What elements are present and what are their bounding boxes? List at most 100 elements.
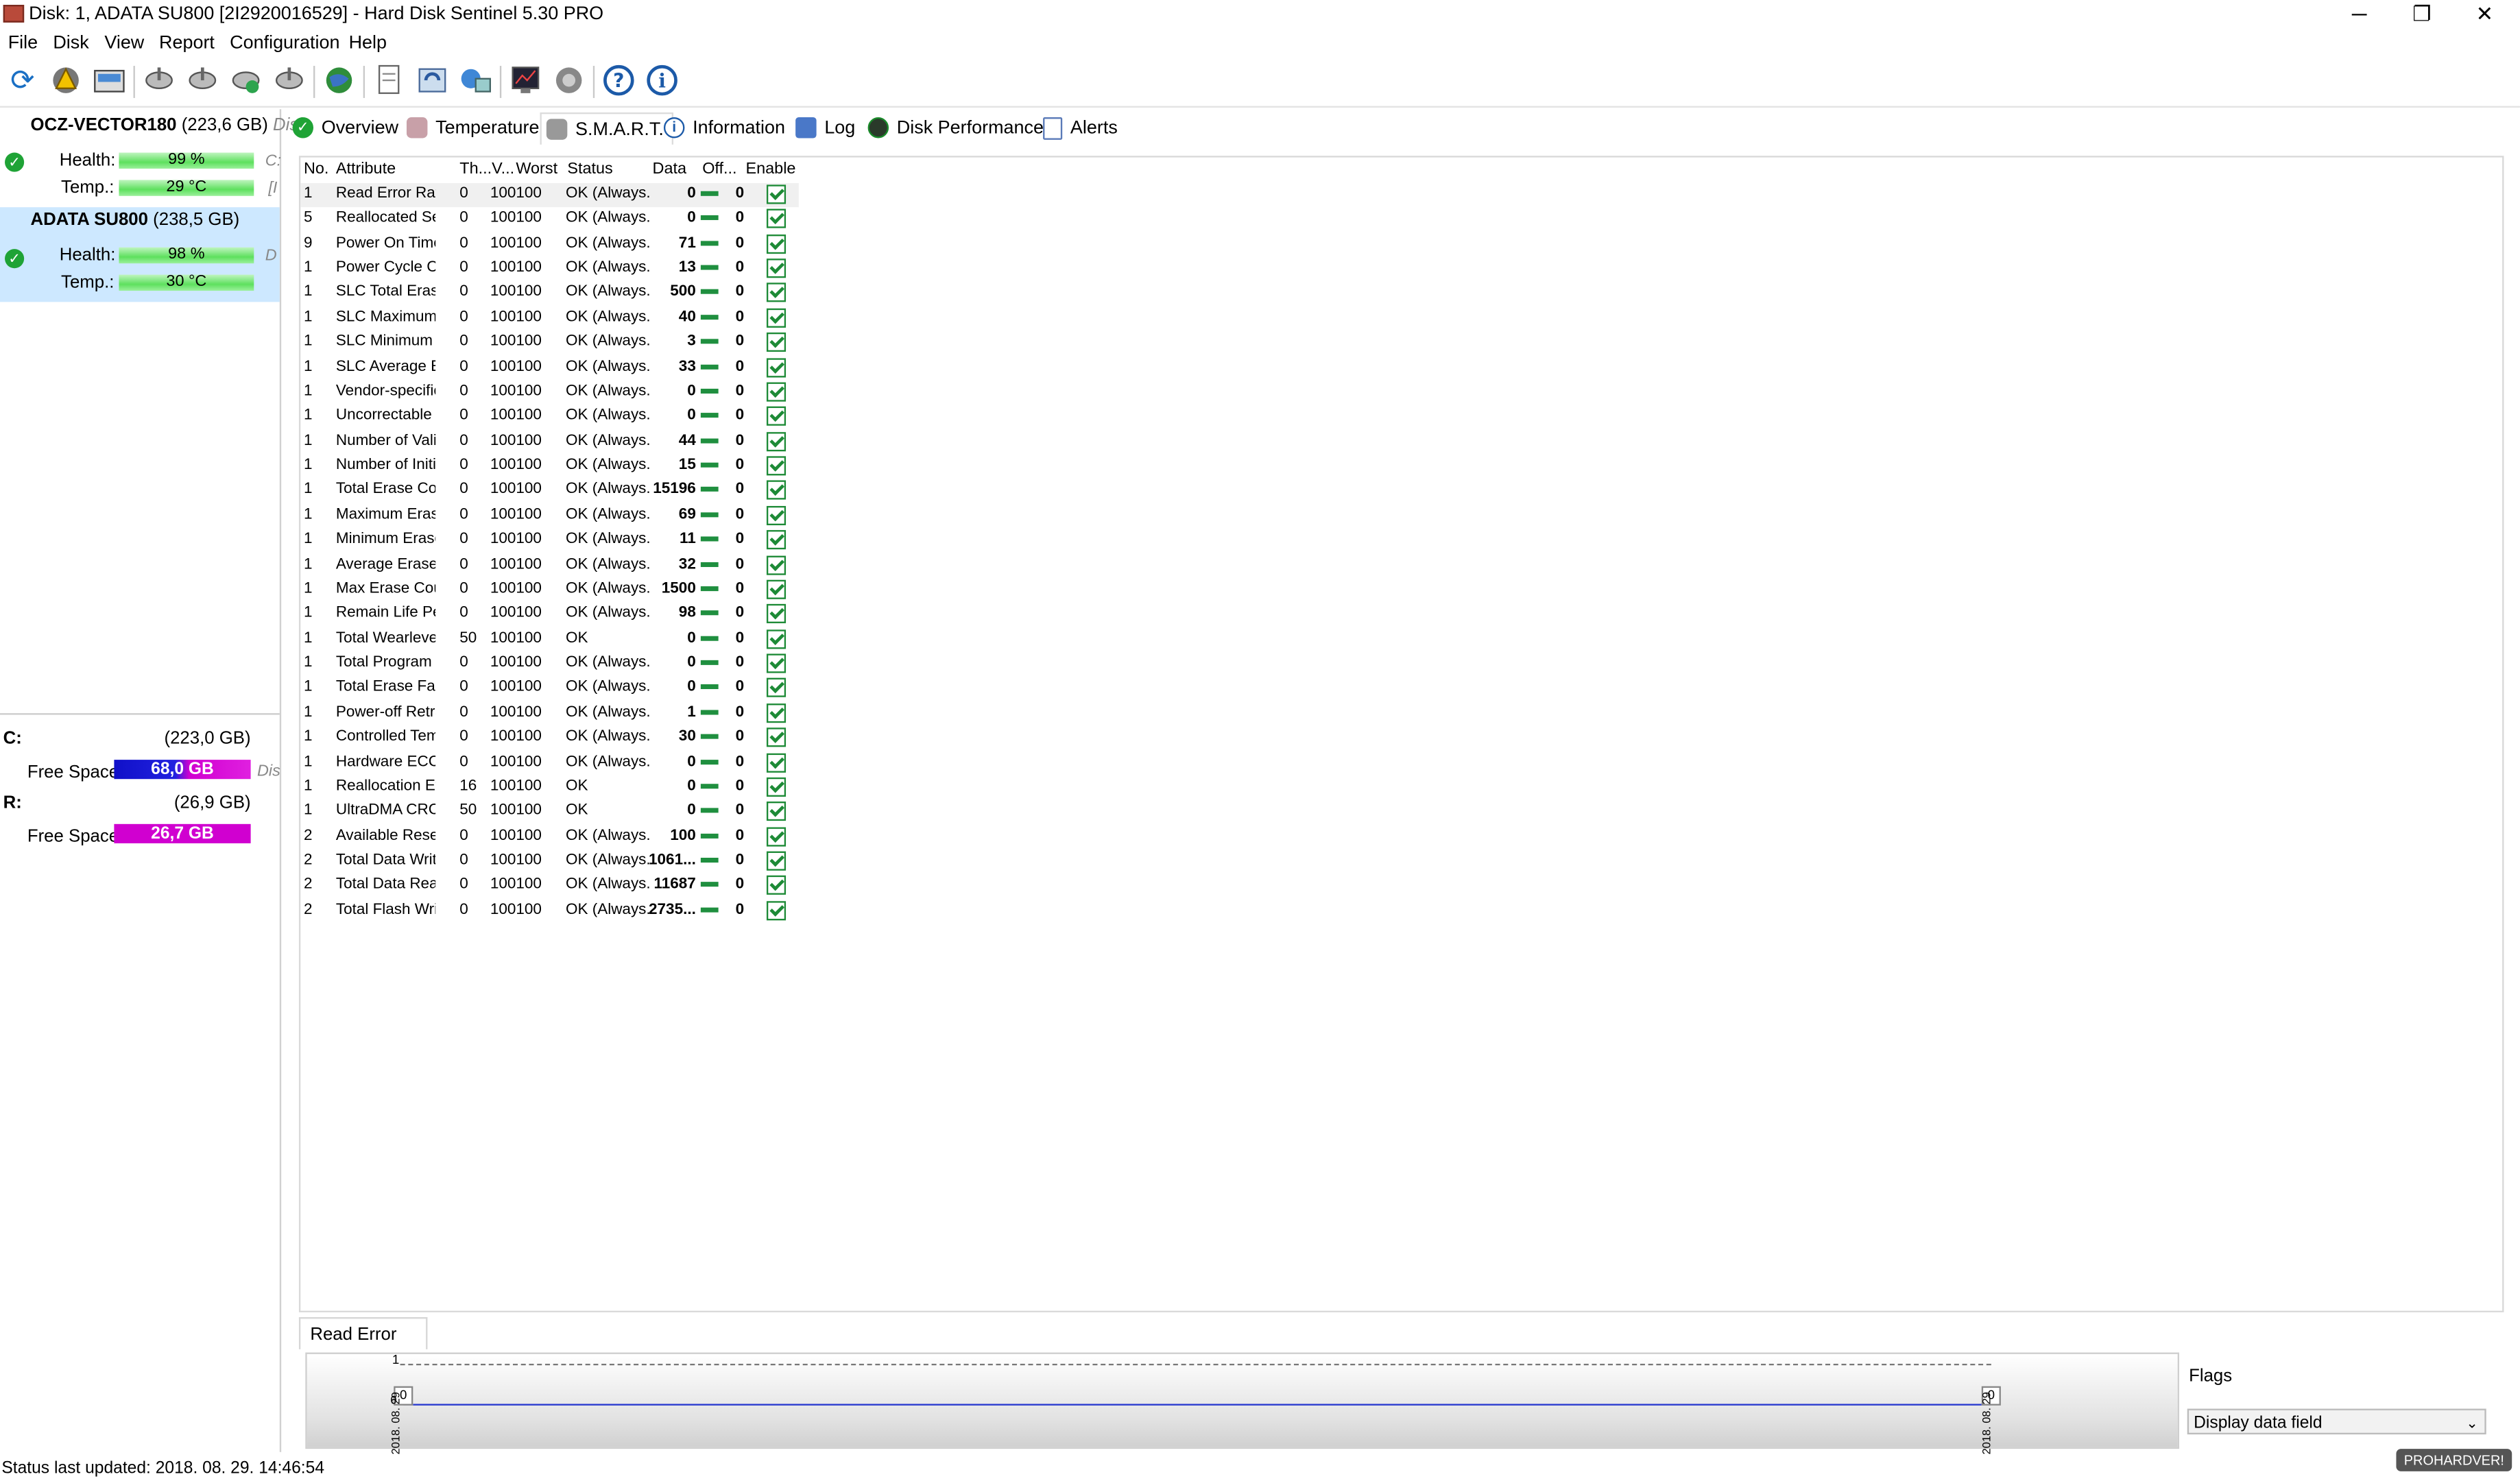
table-row[interactable]: 2Available Reserve...0100100OK (Always..… <box>300 825 799 849</box>
enable-checkbox[interactable] <box>766 826 787 846</box>
menu-disk[interactable]: Disk <box>53 34 88 53</box>
enable-checkbox[interactable] <box>766 283 787 303</box>
network-icon[interactable] <box>458 62 494 98</box>
enable-checkbox[interactable] <box>766 456 787 476</box>
table-row[interactable]: 1 Power Cycle Count 0 100100 OK (Always... 13… <box>300 257 799 281</box>
disk-scan-icon[interactable] <box>185 62 221 98</box>
col-no[interactable]: No. <box>304 160 328 178</box>
refresh-icon[interactable]: ⟳ <box>5 62 40 98</box>
table-row[interactable]: 1 Average Erase Co... 0 100100 OK (Always...… <box>300 553 799 577</box>
enable-checkbox[interactable] <box>766 851 787 871</box>
menu-view[interactable]: View <box>104 34 144 53</box>
enable-checkbox[interactable] <box>766 431 787 451</box>
table-row[interactable]: 1 Uncorrectable Se... 0 100100 OK (Always...… <box>300 405 799 429</box>
table-row[interactable]: 1 Total Wearlevel C... 50 100100 OK 0 0 <box>300 627 799 651</box>
menu-file[interactable]: File <box>8 34 38 53</box>
table-row[interactable]: 1 Vendor-specific 0 100100 OK (Always... 0 0 <box>300 381 799 405</box>
tab-temperature[interactable]: Temperature <box>406 112 539 143</box>
minimize-button[interactable]: ─ <box>2329 0 2390 31</box>
help-icon[interactable]: ? <box>601 62 637 98</box>
enable-checkbox[interactable] <box>766 407 787 426</box>
tab-overview[interactable]: ✓ Overview <box>292 112 398 143</box>
tab-disk-performance[interactable]: Disk Performance <box>867 112 1044 143</box>
enable-checkbox[interactable] <box>766 258 787 278</box>
enable-checkbox[interactable] <box>766 752 787 772</box>
table-row[interactable]: 1 Hardware ECC Re... 0 100100 OK (Always... 0… <box>300 751 799 775</box>
alert-disk-icon[interactable] <box>48 62 84 98</box>
enable-checkbox[interactable] <box>766 184 787 204</box>
table-row[interactable]: 1 SLC Minimum Era... 0 100100 OK (Always... 3… <box>300 331 799 355</box>
table-row[interactable]: 1 Read Error Rate 0 100100 OK (Always... 0 0 <box>300 183 799 208</box>
enable-checkbox[interactable] <box>766 678 787 698</box>
table-row[interactable]: 1 UltraDMA CRC Er... 50 100100 OK 0 0 <box>300 800 799 824</box>
tab-alerts[interactable]: Alerts <box>1043 112 1118 143</box>
enable-checkbox[interactable] <box>766 579 787 599</box>
disk-entry-ocz[interactable]: OCZ-VECTOR180 (223,6 GB) Disk ✓ Health: … <box>0 109 307 202</box>
disk-ok-icon[interactable] <box>228 62 264 98</box>
enable-checkbox[interactable] <box>766 876 787 895</box>
enable-checkbox[interactable] <box>766 234 787 254</box>
table-row[interactable]: 1 SLC Maximum Er... 0 100100 OK (Always... 40… <box>300 306 799 330</box>
table-row[interactable]: 1 Controlled Tempe... 0 100100 OK (Always...… <box>300 726 799 750</box>
enable-checkbox[interactable] <box>766 727 787 747</box>
col-attribute[interactable]: Attribute <box>336 160 396 178</box>
col-offset[interactable]: Off... <box>702 160 736 178</box>
table-row[interactable]: 1 Remain Life Perc... 0 100100 OK (Always...… <box>300 603 799 627</box>
table-row[interactable]: 2 Total Flash Write ... 0 100100 OK (Always.… <box>300 899 799 923</box>
enable-checkbox[interactable] <box>766 555 787 575</box>
enable-checkbox[interactable] <box>766 777 787 797</box>
enable-checkbox[interactable] <box>766 333 787 352</box>
enable-checkbox[interactable] <box>766 653 787 673</box>
enable-checkbox[interactable] <box>766 481 787 501</box>
sound-icon[interactable] <box>551 62 587 98</box>
enable-checkbox[interactable] <box>766 357 787 377</box>
close-button[interactable]: ✕ <box>2454 0 2515 31</box>
enable-checkbox[interactable] <box>766 604 787 624</box>
sync-icon[interactable] <box>415 62 451 98</box>
table-row[interactable]: 1 Total Erase Fail C... 0 100100 OK (Always.… <box>300 677 799 701</box>
restore-button[interactable]: ❐ <box>2391 0 2452 31</box>
disk-repair-icon[interactable] <box>272 62 307 98</box>
enable-checkbox[interactable] <box>766 703 787 723</box>
disk-test-icon[interactable] <box>141 62 177 98</box>
table-row[interactable]: 1 Minimum Erase C... 0 100100 OK (Always... 1… <box>300 529 799 553</box>
monitor-chart-icon[interactable] <box>508 62 544 98</box>
menu-configuration[interactable]: Configuration <box>230 34 339 53</box>
volume-c[interactable]: C: (223,0 GB) Free Space 68,0 GB Dis <box>0 720 280 782</box>
report-icon[interactable] <box>371 62 407 98</box>
table-row[interactable]: 1 Total Program Fai... 0 100100 OK (Always..… <box>300 652 799 676</box>
tab-smart[interactable]: S.M.A.R.T. <box>540 112 673 145</box>
col-status[interactable]: Status <box>567 160 612 178</box>
table-row[interactable]: 1 Number of Initial ... 0 100100 OK (Always.… <box>300 455 799 479</box>
table-row[interactable]: 5 Reallocated Secto... 0 100100 OK (Always..… <box>300 208 799 232</box>
table-row[interactable]: 1 Reallocation Even... 16 100100 OK 0 0 <box>300 775 799 799</box>
col-data[interactable]: Data <box>653 160 687 178</box>
table-row[interactable]: 9 Power On Time C... 0 100100 OK (Always... 7… <box>300 232 799 256</box>
enable-checkbox[interactable] <box>766 382 787 402</box>
info-icon[interactable]: i <box>645 62 680 98</box>
enable-checkbox[interactable] <box>766 900 787 920</box>
enable-checkbox[interactable] <box>766 629 787 649</box>
table-row[interactable]: 1 SLC Average Eras... 0 100100 OK (Always...… <box>300 356 799 380</box>
table-row[interactable]: 2 Total Data Read (... 0 100100 OK (Always..… <box>300 874 799 898</box>
disk-icon[interactable] <box>92 62 128 98</box>
col-worst[interactable]: Worst <box>516 160 557 178</box>
enable-checkbox[interactable] <box>766 308 787 328</box>
col-value[interactable]: V... <box>492 160 514 178</box>
table-row[interactable]: 2 Total Data Writte... 0 100100 OK (Always..… <box>300 850 799 874</box>
menu-report[interactable]: Report <box>159 34 215 53</box>
display-mode-select[interactable]: Display data field ⌄ <box>2187 1408 2486 1435</box>
enable-checkbox[interactable] <box>766 530 787 550</box>
graph-tab[interactable]: Read Error Rate <box>298 1317 428 1377</box>
enable-checkbox[interactable] <box>766 802 787 821</box>
table-row[interactable]: 1 Total Erase Count 0 100100 OK (Always...15… <box>300 479 799 503</box>
globe-icon[interactable] <box>322 62 357 98</box>
col-threshold[interactable]: Th... <box>459 160 492 178</box>
disk-entry-adata[interactable]: ADATA SU800 (238,5 GB) ✓ Health: 98 % D … <box>0 207 280 302</box>
enable-checkbox[interactable] <box>766 209 787 229</box>
col-enable[interactable]: Enable <box>745 160 795 178</box>
table-row[interactable]: 1 SLC Total Erase C... 0 100100 OK (Always..… <box>300 282 799 306</box>
menu-help[interactable]: Help <box>349 34 387 53</box>
tab-log[interactable]: Log <box>795 112 855 143</box>
table-row[interactable]: 1 Max Erase Count ... 0 100100 OK (Always...… <box>300 578 799 602</box>
